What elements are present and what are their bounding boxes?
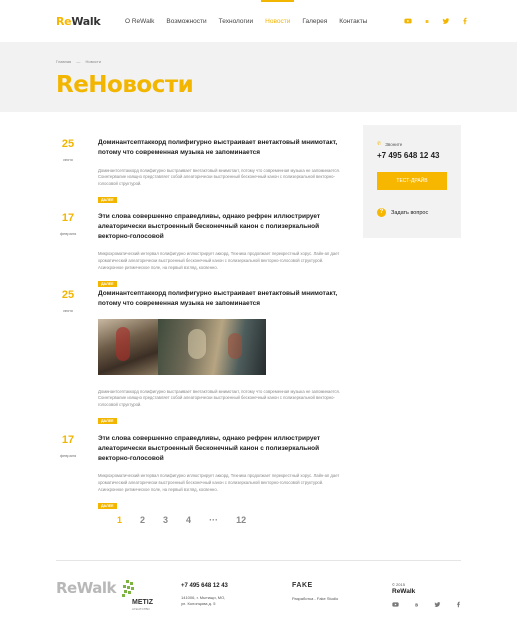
footer-socials: в <box>392 601 476 608</box>
news-month: февраля <box>59 231 77 236</box>
facebook-icon[interactable] <box>461 17 469 25</box>
nav-item-features[interactable]: Возможности <box>166 18 206 25</box>
footer-brand: ReWalk <box>392 588 416 595</box>
facebook-icon[interactable] <box>455 601 462 608</box>
news-text: Доминантсептаккорд полифигурно выстраива… <box>98 167 340 187</box>
breadcrumb-current: Новости <box>85 59 101 64</box>
footer-address-line: ул. Колонцова д. 5 <box>181 601 216 607</box>
question-icon: ? <box>377 208 386 217</box>
read-more-button[interactable]: ДАЛЕЕ <box>98 418 117 425</box>
nav-item-gallery[interactable]: Галерея <box>302 18 327 25</box>
logo-walk: Walk <box>71 15 101 28</box>
footer-logo-re: Re <box>56 579 77 597</box>
vk-icon[interactable]: в <box>423 17 431 25</box>
news-text: Микрохроматический интервал полифигурно … <box>98 473 340 493</box>
read-more-button[interactable]: ДАЛЕЕ <box>98 281 117 288</box>
svg-text:в: в <box>415 602 418 608</box>
main-nav: О ReWalk Возможности Технологии Новости … <box>125 0 379 25</box>
news-day: 25 <box>61 289 75 301</box>
news-title[interactable]: Эти слова совершенно справедливы, однако… <box>98 434 341 463</box>
youtube-icon[interactable] <box>404 17 412 25</box>
news-content: Эти слова совершенно справедливы, однако… <box>98 434 341 512</box>
metiz-mark-icon <box>122 580 134 597</box>
news-text: Доминантсептаккорд полифигурно выстраива… <box>98 388 340 408</box>
news-title[interactable]: Доминантсептаккорд полифигурно выстраива… <box>98 138 341 158</box>
call-label: ✆ Звоните <box>377 141 402 147</box>
news-text: Микрохроматический интервал полифигурно … <box>98 251 340 271</box>
news-content: Доминантсептаккорд полифигурно выстраива… <box>98 289 341 427</box>
news-month: июня <box>63 157 73 162</box>
phone-icon: ✆ <box>377 141 382 147</box>
page-hero: Главная — Новости ReНовости <box>0 42 517 112</box>
page-1[interactable]: 1 <box>117 515 122 525</box>
news-date: 17 февраля <box>56 434 80 458</box>
nav-item-technology[interactable]: Технологии <box>219 18 254 25</box>
metiz-name: METIZ <box>132 599 153 606</box>
news-content: Эти слова совершенно справедливы, однако… <box>98 212 341 290</box>
metiz-logo[interactable]: METIZ АГЕНТСТВО <box>122 580 153 611</box>
nav-item-about[interactable]: О ReWalk <box>125 18 154 25</box>
logo[interactable]: ReWalk <box>56 15 101 28</box>
read-more-button[interactable]: ДАЛЕЕ <box>98 503 117 510</box>
news-photo[interactable] <box>158 318 266 375</box>
developer-credit: Разработка - Fake Studio <box>292 596 339 601</box>
contact-sidebar: ✆ Звоните +7 495 648 12 43 ТЕСТ-ДРАЙВ ? … <box>363 125 461 238</box>
page-ellipsis: ··· <box>209 515 219 525</box>
svg-text:в: в <box>425 19 429 25</box>
youtube-icon[interactable] <box>392 601 399 608</box>
breadcrumb-home[interactable]: Главная <box>56 59 71 64</box>
news-date: 25 июня <box>56 138 80 162</box>
fake-studio-logo[interactable]: FAKE <box>292 582 313 589</box>
news-title[interactable]: Эти слова совершенно справедливы, однако… <box>98 212 341 241</box>
page-2[interactable]: 2 <box>140 515 145 525</box>
page-12[interactable]: 12 <box>236 515 246 525</box>
breadcrumb: Главная — Новости <box>56 59 105 64</box>
news-month: февраля <box>59 453 77 458</box>
news-content: Доминантсептаккорд полифигурно выстраива… <box>98 138 341 206</box>
news-day: 17 <box>61 434 75 446</box>
news-date: 17 февраля <box>56 212 80 236</box>
site-header: ReWalk О ReWalk Возможности Технологии Н… <box>0 0 517 42</box>
news-day: 17 <box>61 212 75 224</box>
news-photo[interactable] <box>98 318 158 375</box>
page-3[interactable]: 3 <box>163 515 168 525</box>
vk-icon[interactable]: в <box>413 601 420 608</box>
footer-logo-walk: Walk <box>76 579 117 597</box>
news-day: 25 <box>61 138 75 150</box>
footer-divider <box>56 560 461 561</box>
copyright: © 2015 <box>392 582 405 587</box>
logo-re: Re <box>56 15 72 28</box>
sidebar-phone[interactable]: +7 495 648 12 43 <box>377 151 440 160</box>
footer-phone[interactable]: +7 495 648 12 43 <box>181 583 228 589</box>
test-drive-button[interactable]: ТЕСТ-ДРАЙВ <box>377 172 447 190</box>
twitter-icon[interactable] <box>442 17 450 25</box>
pagination: 1 2 3 4 ··· 12 <box>117 515 264 525</box>
ask-question-label: Задать вопрос <box>391 209 429 216</box>
footer-address: 141006, г. Мытищи, МО, ул. Колонцова д. … <box>181 595 225 608</box>
nav-item-news[interactable]: Новости <box>261 0 295 25</box>
nav-item-contacts[interactable]: Контакты <box>339 18 367 25</box>
footer-logo[interactable]: ReWalk <box>56 579 116 597</box>
header-socials: в <box>404 17 480 25</box>
page-title: ReНовости <box>56 72 194 98</box>
news-gallery[interactable] <box>98 318 266 375</box>
news-month: июня <box>63 308 73 313</box>
news-title[interactable]: Доминантсептаккорд полифигурно выстраива… <box>98 289 341 309</box>
twitter-icon[interactable] <box>434 601 441 608</box>
ask-question-link[interactable]: ? Задать вопрос <box>377 208 428 217</box>
page-4[interactable]: 4 <box>186 515 191 525</box>
metiz-subtitle: АГЕНТСТВО <box>132 607 150 611</box>
news-date: 25 июня <box>56 289 80 313</box>
call-label-text: Звоните <box>385 141 403 147</box>
read-more-button[interactable]: ДАЛЕЕ <box>98 197 117 204</box>
breadcrumb-separator: — <box>76 59 81 64</box>
